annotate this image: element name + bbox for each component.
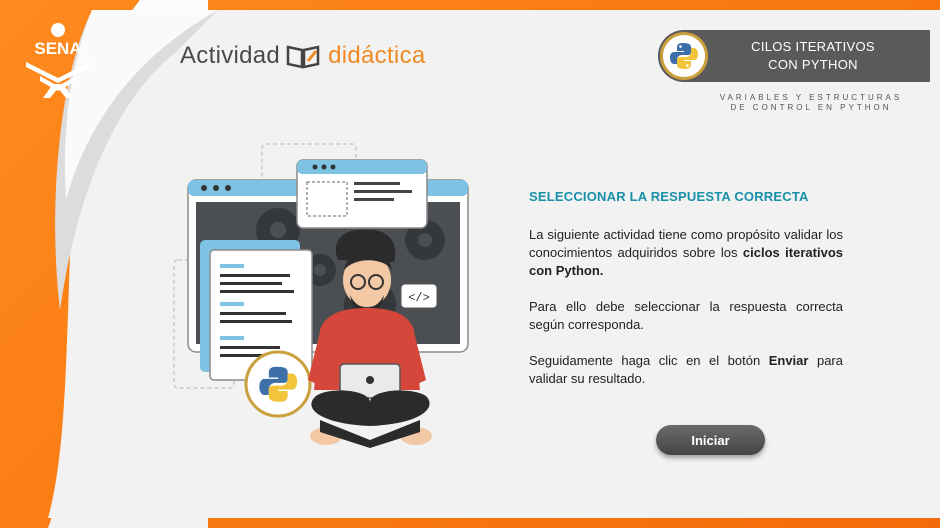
instructions-panel: SELECCIONAR LA RESPUESTA CORRECTA La sig… (529, 188, 843, 406)
subtitle-line1: VARIABLES Y ESTRUCTURAS (719, 93, 903, 102)
python-logo-icon (660, 32, 708, 80)
instructions-paragraph-1: La siguiente actividad tiene como propós… (529, 226, 843, 280)
brand-word-didactica: didáctica (328, 42, 426, 69)
p3-bold-text: Enviar (768, 353, 809, 368)
instructions-heading: SELECCIONAR LA RESPUESTA CORRECTA (529, 189, 809, 204)
badge-title-line2: CON PYTHON (768, 57, 858, 72)
sena-logo: SENA (18, 20, 98, 100)
p3-text-start: Seguidamente haga clic en el botón (529, 353, 769, 368)
logo-text: SENA (34, 39, 81, 58)
open-book-icon (286, 45, 320, 69)
instructions-paragraph-2: Para ello debe seleccionar la respuesta … (529, 299, 843, 332)
instructions-paragraph-3: Seguidamente haga clic en el botón Envia… (529, 352, 843, 388)
activity-brand: Actividad didáctica (180, 42, 426, 70)
start-button[interactable]: Iniciar (656, 425, 765, 455)
developer-illustration: </> (173, 143, 469, 448)
badge-title: CILOS ITERATIVOS CON PYTHON (728, 38, 898, 74)
code-tag-label: </> (408, 291, 430, 305)
subtitle-line2: DE CONTROL EN PYTHON (730, 103, 892, 112)
badge-title-line1: CILOS ITERATIVOS (751, 39, 875, 54)
module-subtitle: VARIABLES Y ESTRUCTURAS DE CONTROL EN PY… (700, 93, 922, 113)
topic-badge: CILOS ITERATIVOS CON PYTHON (658, 30, 930, 82)
brand-word-actividad: Actividad (180, 42, 281, 69)
